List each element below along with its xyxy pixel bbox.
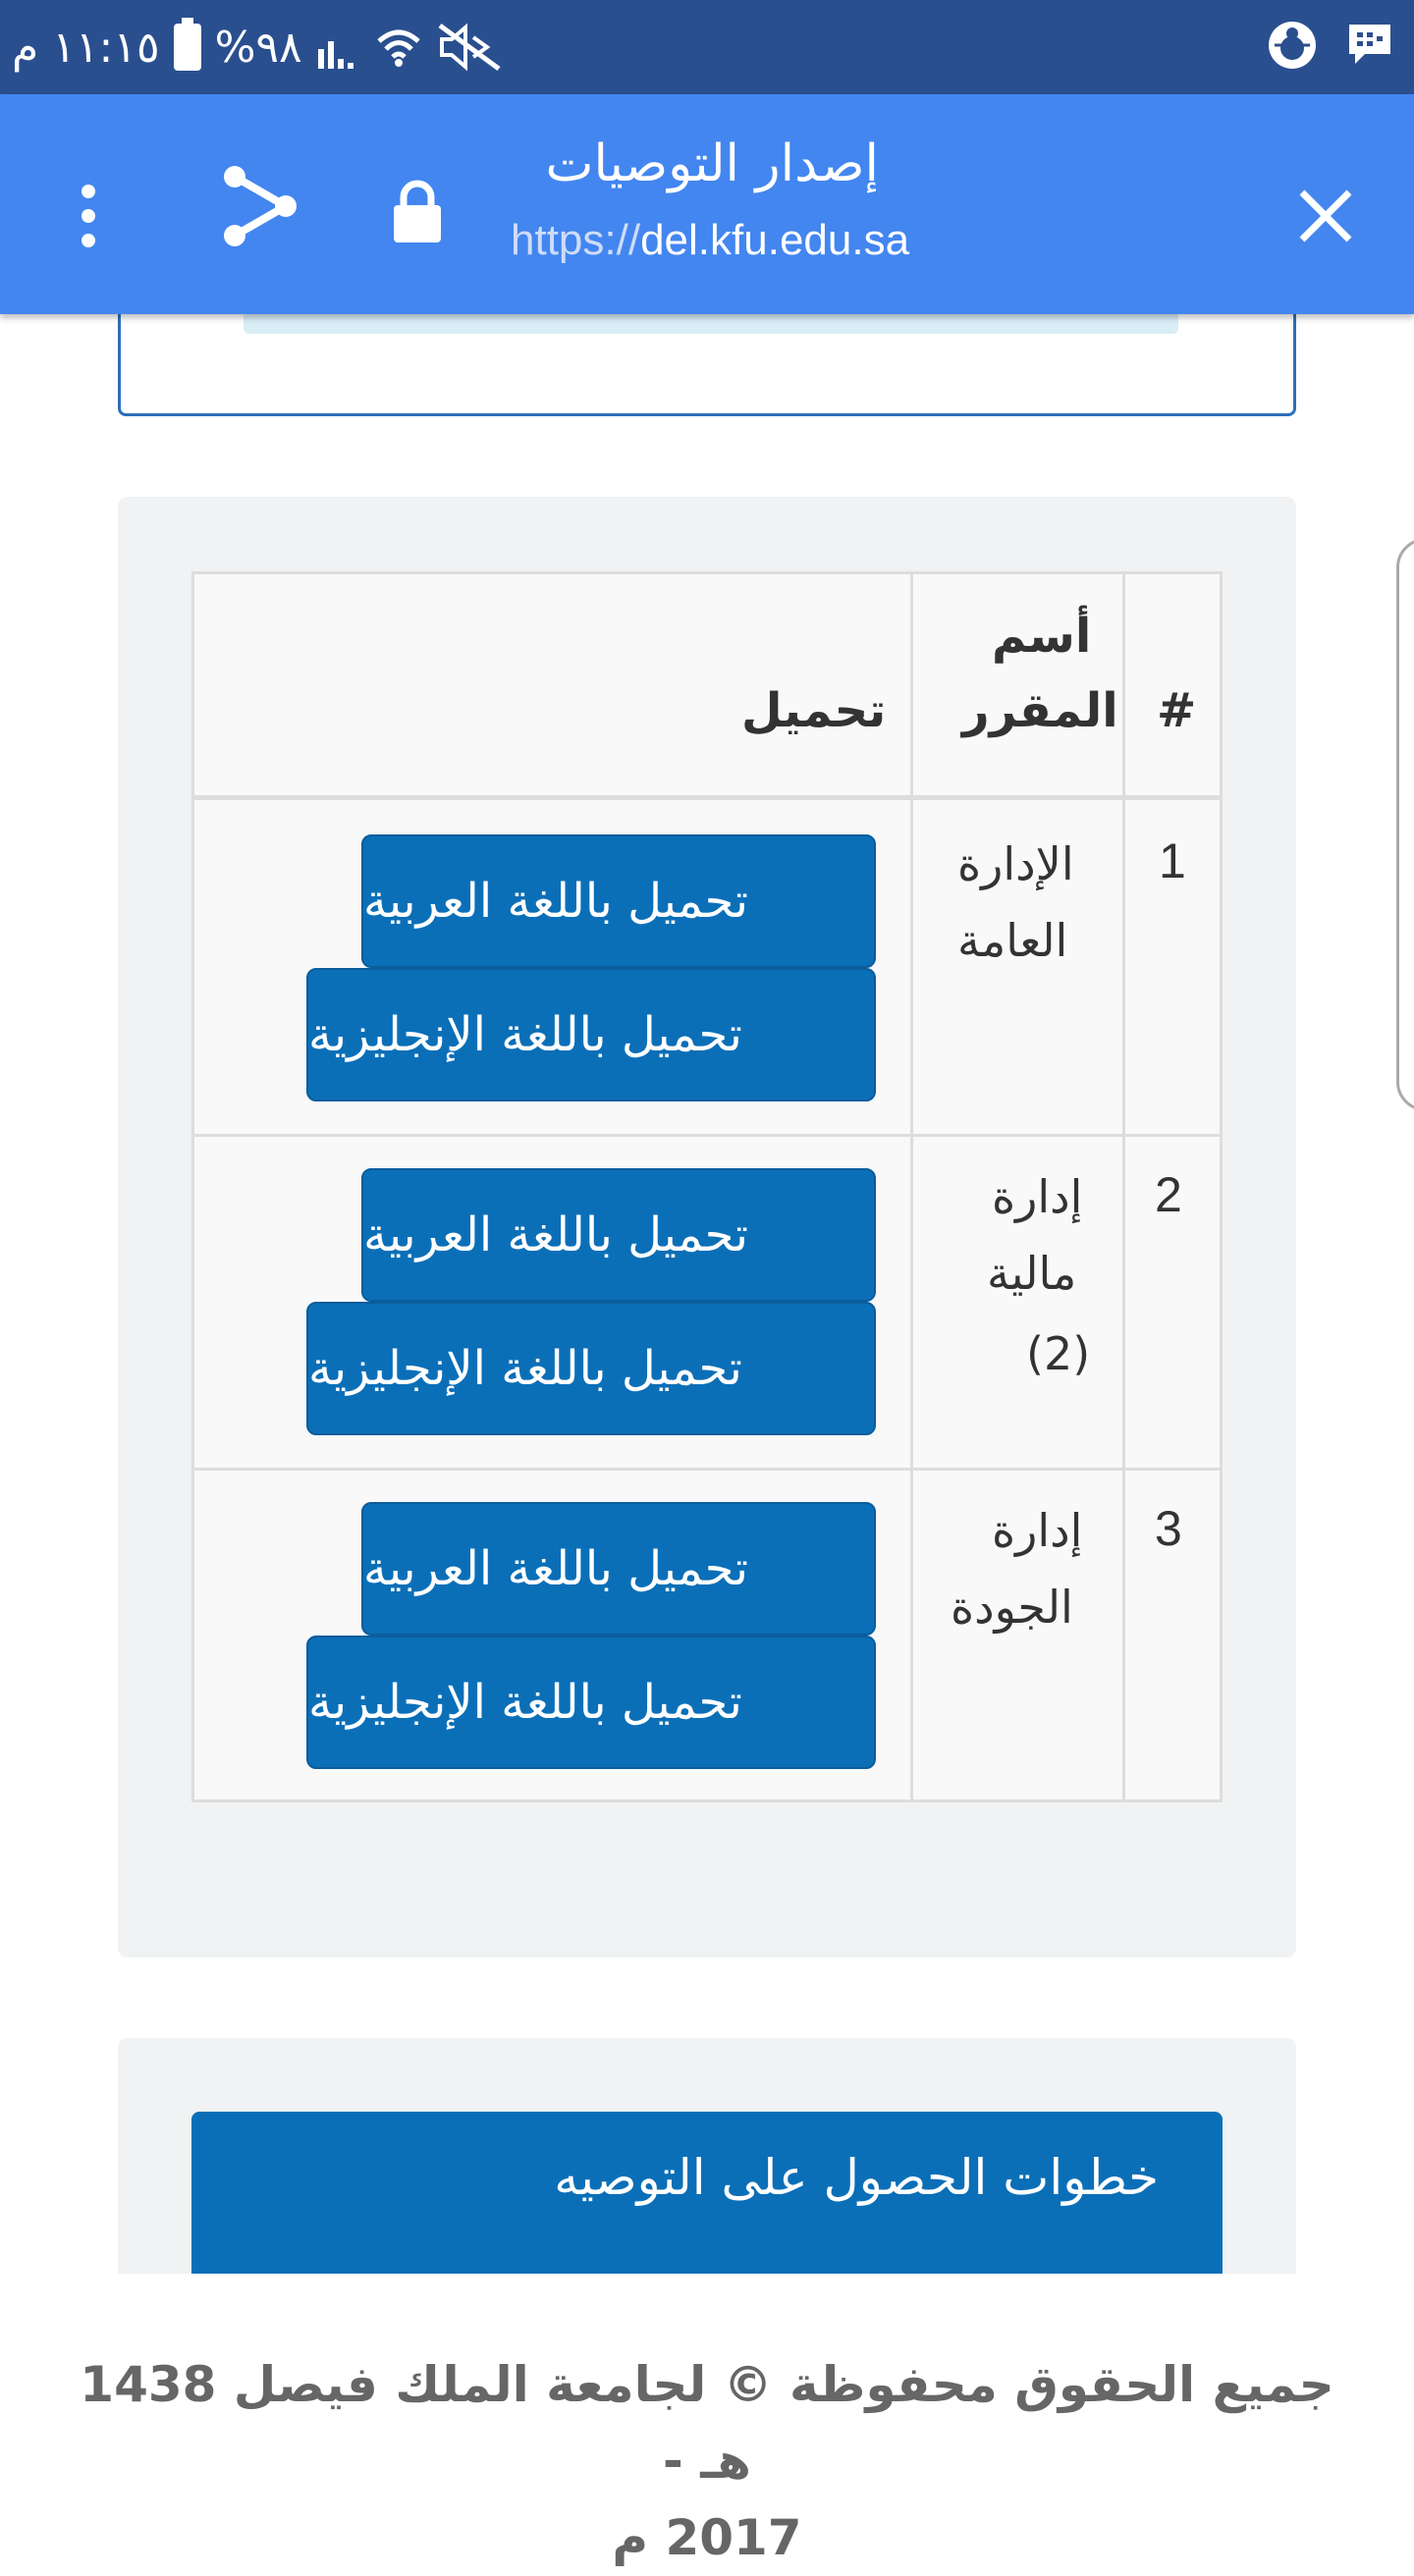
table-divider <box>194 795 1220 800</box>
status-right <box>1265 16 1394 79</box>
footer: جميع الحقوق محفوظة © لجامعة الملك فيصل 1… <box>59 2346 1355 2576</box>
header-num: # <box>1157 683 1197 738</box>
button-label: تحميل باللغة العربية <box>363 1208 749 1262</box>
download-arabic-button[interactable]: تحميل باللغة العربية <box>361 1168 876 1302</box>
row-num: 2 <box>1155 1167 1182 1222</box>
steps-panel: خطوات الحصول على التوصيه <box>118 2038 1296 2274</box>
status-left: ١١:١٥ م %٩٨ <box>12 16 505 79</box>
signal-icon <box>316 26 361 69</box>
row-num: 3 <box>1155 1501 1182 1556</box>
table-divider <box>1122 574 1125 1799</box>
steps-button[interactable]: خطوات الحصول على التوصيه <box>191 2112 1223 2274</box>
download-english-button[interactable]: تحميل باللغة الإنجليزية <box>306 1636 876 1769</box>
footer-line1: جميع الحقوق محفوظة © لجامعة الملك فيصل 1… <box>80 2356 1334 2490</box>
status-time: ١١:١٥ م <box>12 22 160 73</box>
mute-icon <box>436 22 505 73</box>
steps-button-label: خطوات الحصول على التوصيه <box>554 2149 1159 2206</box>
footer-line2: 2017 م <box>612 2509 802 2566</box>
wifi-icon <box>375 24 422 71</box>
page-title: إصدار التوصيات <box>545 134 879 193</box>
url-scheme: https:// <box>511 216 641 264</box>
battery-level: %٩٨ <box>214 22 302 73</box>
share-icon[interactable] <box>211 157 309 255</box>
more-vert-icon[interactable] <box>59 167 118 265</box>
row-num: 1 <box>1159 833 1186 888</box>
download-english-button[interactable]: تحميل باللغة الإنجليزية <box>306 968 876 1101</box>
lock-icon <box>383 167 452 255</box>
security-bug-icon <box>1265 18 1320 77</box>
header-course-line2: المقرر <box>962 683 1118 738</box>
messenger-icon <box>1345 21 1394 74</box>
table-divider <box>194 1134 1220 1137</box>
download-english-button[interactable]: تحميل باللغة الإنجليزية <box>306 1302 876 1435</box>
battery-icon <box>173 18 201 71</box>
table-divider <box>194 1468 1220 1471</box>
download-arabic-button[interactable]: تحميل باللغة العربية <box>361 834 876 968</box>
button-label: تحميل باللغة الإنجليزية <box>308 1341 742 1396</box>
button-label: تحميل باللغة العربية <box>363 1541 749 1596</box>
header-download: تحميل <box>741 683 887 738</box>
scrollbar[interactable] <box>1396 538 1414 1111</box>
button-label: تحميل باللغة الإنجليزية <box>308 1675 742 1730</box>
header-course-line1: أسم <box>992 609 1092 664</box>
button-label: تحميل باللغة العربية <box>363 874 749 929</box>
course-name-line: إدارة <box>992 1170 1083 1223</box>
course-name-line: إدارة <box>992 1504 1083 1557</box>
course-name-line: الجودة <box>951 1581 1073 1634</box>
course-name-line: (2) <box>1026 1327 1091 1380</box>
course-name-line: الإدارة <box>957 837 1074 890</box>
button-label: تحميل باللغة الإنجليزية <box>308 1007 742 1062</box>
table-divider <box>910 574 913 1799</box>
page-url: https://del.kfu.edu.sa <box>511 216 909 265</box>
course-name-line: العامة <box>957 914 1068 967</box>
close-icon[interactable] <box>1277 167 1375 265</box>
download-arabic-button[interactable]: تحميل باللغة العربية <box>361 1502 876 1636</box>
status-bar: ١١:١٥ م %٩٨ <box>0 0 1414 94</box>
url-host: del.kfu.edu.sa <box>640 216 910 264</box>
course-name-line: مالية <box>987 1247 1077 1300</box>
